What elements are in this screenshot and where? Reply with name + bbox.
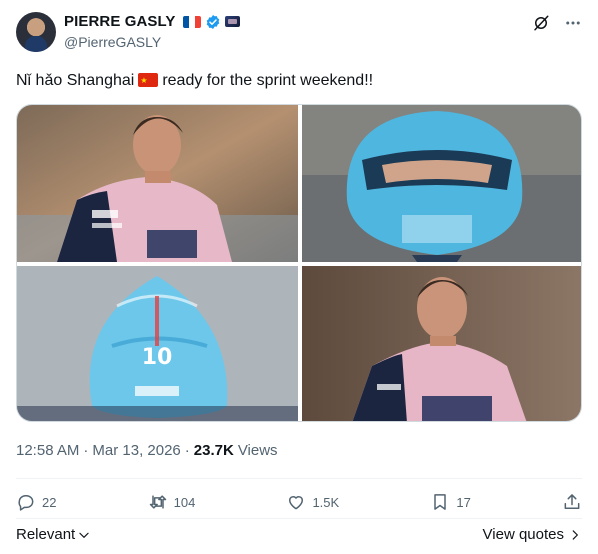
reply-icon [18,495,34,511]
heart-icon [289,496,304,510]
meta-separator: · [184,442,190,459]
views-count: 23.7K [193,442,234,459]
repost-icon [149,495,166,509]
divider-bottom [16,518,582,519]
tweet-actions-bar: 22 104 1.5K 17 [16,488,582,516]
photo-driver-portrait[interactable] [17,105,298,262]
grok-icon[interactable] [532,14,550,32]
team-affiliation-badge-icon[interactable] [224,16,240,27]
reply-button[interactable]: 22 [16,492,56,512]
view-quotes-link[interactable]: View quotes [483,526,582,543]
chevron-down-icon [79,532,89,538]
share-icon [564,494,580,509]
sort-replies-dropdown[interactable]: Relevant [16,526,91,543]
tweet-meta: 12:58 AM · Mar 13, 2026 · 23.7K Views [16,442,278,459]
meta-separator: · [83,442,89,459]
tweet-header: PIERRE GASLY @PierreGASLY [16,12,582,56]
helmet-number-text: 10 [142,345,173,370]
tweet-text: Nǐ hǎo Shanghai ready for the sprint week… [16,71,373,91]
photo-driver-smiling[interactable] [302,266,581,421]
author-name-row: PIERRE GASLY [64,13,240,30]
china-flag-icon [138,71,159,91]
like-button[interactable]: 1.5K [286,492,339,512]
author-avatar[interactable] [16,12,56,52]
chevron-right-icon [572,529,578,540]
sort-label: Relevant [16,526,76,543]
tweet-top-actions [532,14,582,32]
bookmark-icon [434,494,447,510]
bookmark-count: 17 [456,494,471,510]
author-display-name[interactable]: PIERRE GASLY [64,13,176,30]
photo-driver-blue-helmet[interactable] [302,105,581,262]
tweet-text-part-1: Nǐ hǎo Shanghai [16,72,135,89]
like-count: 1.5K [312,494,340,510]
share-button[interactable] [562,492,582,512]
divider-top [16,478,582,479]
reply-count: 22 [42,494,57,510]
view-quotes-label: View quotes [482,526,564,543]
repost-count: 104 [173,494,196,510]
author-handle[interactable]: @PierreGASLY [64,34,161,50]
views-label: Views [237,442,278,459]
tweet-date[interactable]: Mar 13, 2026 [92,442,180,459]
tweet-media-grid: 10 [16,104,582,422]
repost-button[interactable]: 104 [148,492,196,512]
bookmark-button[interactable]: 17 [430,492,471,512]
more-options-icon[interactable] [564,14,582,32]
photo-helmet-rear[interactable]: 10 [17,266,298,421]
tweet-time[interactable]: 12:58 AM [16,442,79,459]
tweet-text-part-2: ready for the sprint weekend!! [162,72,374,89]
france-flag-icon [182,15,201,28]
replies-footer: Relevant View quotes [16,524,582,546]
verified-badge-icon[interactable] [205,14,221,30]
